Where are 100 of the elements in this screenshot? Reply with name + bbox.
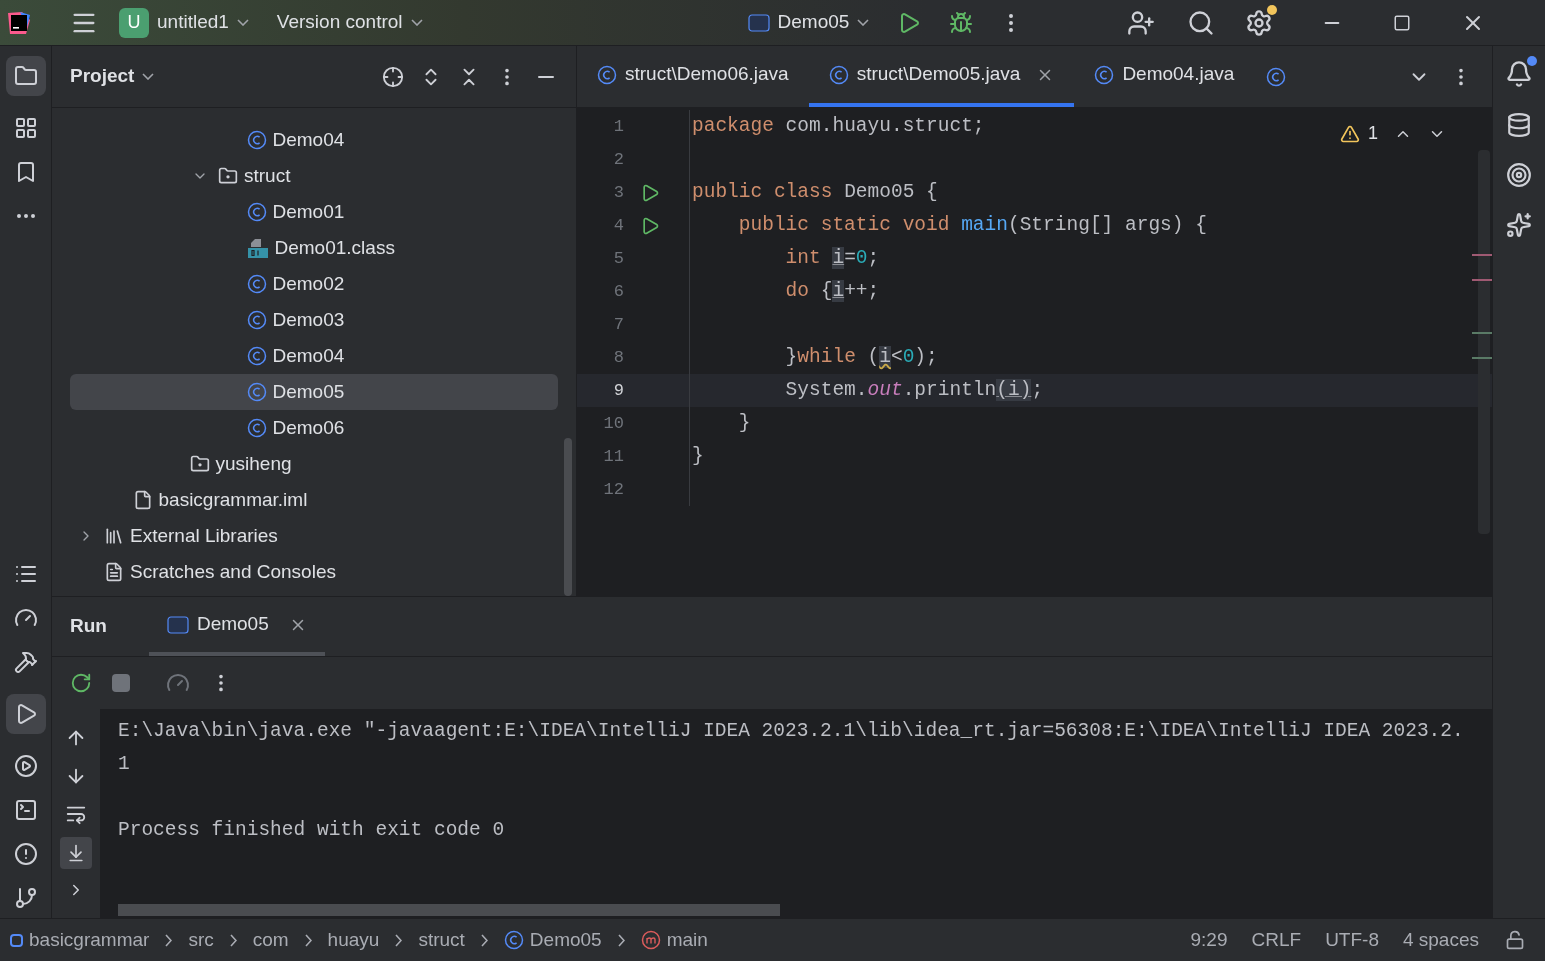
console-line: 1 xyxy=(118,752,131,777)
search-icon[interactable] xyxy=(1187,8,1216,37)
line-number: 3 xyxy=(612,181,624,204)
dropdown-chevron-icon xyxy=(142,73,155,80)
library-icon xyxy=(104,526,124,546)
run-tool-icon[interactable] xyxy=(5,694,46,734)
editor-tab[interactable]: struct\Demo05.java xyxy=(808,46,1075,107)
project-tool-icon[interactable] xyxy=(5,56,46,96)
code-line: public class Demo05 { xyxy=(692,179,938,205)
status-item[interactable]: 4 spaces xyxy=(1402,925,1479,955)
build-icon[interactable] xyxy=(13,650,38,674)
tree-item[interactable]: struct xyxy=(70,158,558,194)
status-item[interactable]: 9:29 xyxy=(1190,925,1228,955)
editor-scrollbar[interactable] xyxy=(1478,150,1490,534)
breadcrumb-item[interactable]: com xyxy=(252,925,289,955)
services-icon[interactable] xyxy=(13,754,38,778)
breadcrumb-item[interactable]: main xyxy=(640,925,708,955)
project-switcher[interactable]: U untitled1 xyxy=(115,4,253,41)
class-icon xyxy=(597,64,617,85)
breadcrumb-separator-icon xyxy=(304,933,312,947)
line-number: 8 xyxy=(612,346,624,369)
tree-item[interactable]: Demo04 xyxy=(70,338,558,374)
class-icon xyxy=(1266,66,1287,87)
app-logo-icon[interactable] xyxy=(6,9,32,36)
target-icon[interactable] xyxy=(1506,162,1532,188)
debug-icon[interactable] xyxy=(949,10,974,35)
breadcrumb-separator-icon xyxy=(480,933,488,947)
tree-item[interactable]: Scratches and Consoles xyxy=(70,554,558,590)
class-icon xyxy=(246,382,267,402)
maximize-icon[interactable] xyxy=(1393,13,1412,32)
class-icon xyxy=(246,130,267,150)
line-number: 9 xyxy=(612,379,624,402)
tree-item[interactable]: Demo01.class xyxy=(70,230,558,266)
project-avatar: U xyxy=(119,7,149,38)
binary-file-icon xyxy=(246,237,269,259)
locate-icon[interactable] xyxy=(382,65,404,88)
class-icon xyxy=(246,274,267,294)
run-gutter-icon[interactable] xyxy=(640,215,660,236)
breadcrumb-separator-icon xyxy=(395,933,403,947)
tree-item[interactable]: Demo03 xyxy=(70,302,558,338)
terminal-icon[interactable] xyxy=(13,798,38,822)
code-line: package com.huayu.struct; xyxy=(692,113,985,139)
breadcrumb-item[interactable]: huayu xyxy=(327,925,380,955)
vcs-menu[interactable]: Version control xyxy=(272,4,427,41)
run-tab[interactable]: Demo05 xyxy=(148,597,325,656)
application-window-icon xyxy=(166,615,189,634)
line-number: 5 xyxy=(612,247,624,270)
application-window-icon xyxy=(747,13,770,32)
rerun-icon[interactable] xyxy=(70,672,92,694)
code-line: }while (i<0); xyxy=(784,344,938,370)
tree-item[interactable]: Demo04 xyxy=(70,122,558,158)
tree-item[interactable]: Demo01 xyxy=(70,194,558,230)
run-config-selector[interactable]: Demo05 xyxy=(743,4,874,41)
tree-item[interactable]: Demo02 xyxy=(70,266,558,302)
breadcrumb-separator-icon xyxy=(617,933,625,947)
editor-tab[interactable]: Demo04.java xyxy=(1074,46,1255,107)
line-number: 11 xyxy=(602,445,624,468)
editor-tab[interactable]: struct\Demo06.java xyxy=(577,46,809,107)
package-folder-icon xyxy=(189,454,210,474)
line-number: 1 xyxy=(612,115,624,138)
console-line: Process finished with exit code 0 xyxy=(118,818,506,843)
project-view-selector[interactable]: Project xyxy=(70,62,155,91)
scroll-to-end-icon[interactable] xyxy=(60,837,92,869)
dropdown-chevron-icon xyxy=(236,19,249,26)
warning-icon[interactable] xyxy=(1340,123,1360,144)
console-line: E:\Java\bin\java.exe "-javaagent:E:\IDEA\IntelliJ IDEA 2023.2.1\lib\idea_rt.jar=56308:E:\IDEA\IntelliJ IDEA 2023.2. xyxy=(118,719,1465,744)
problems-icon[interactable] xyxy=(13,842,38,866)
unlock-icon[interactable] xyxy=(1505,930,1525,950)
scratches-icon xyxy=(104,562,124,582)
warning-count[interactable]: 1 xyxy=(1368,120,1378,147)
sparkle-icon[interactable] xyxy=(1506,212,1532,238)
tree-item[interactable]: Demo06 xyxy=(70,410,558,446)
tree-item[interactable]: Demo05 xyxy=(70,374,558,410)
git-icon[interactable] xyxy=(13,886,38,910)
structure-icon[interactable] xyxy=(13,116,38,140)
class-icon xyxy=(246,310,267,330)
run-panel-title: Run xyxy=(70,614,107,639)
dropdown-chevron-icon xyxy=(857,19,870,26)
horizontal-scrollbar[interactable] xyxy=(118,904,780,916)
breadcrumb-separator-icon xyxy=(229,933,237,947)
code-line: } xyxy=(737,410,751,436)
add-user-icon[interactable] xyxy=(1127,8,1156,37)
scrollbar-thumb[interactable] xyxy=(564,438,572,596)
line-number: 2 xyxy=(612,148,624,171)
breadcrumb-item[interactable]: struct xyxy=(418,925,465,955)
status-item[interactable]: CRLF xyxy=(1251,925,1302,955)
run-gutter-icon[interactable] xyxy=(640,182,660,203)
status-item[interactable]: UTF-8 xyxy=(1325,925,1379,955)
class-icon xyxy=(246,346,267,366)
line-number: 7 xyxy=(612,313,624,336)
tree-item[interactable]: yusiheng xyxy=(70,446,558,482)
class-icon xyxy=(828,64,849,85)
tree-item[interactable]: External Libraries xyxy=(70,518,558,554)
database-icon[interactable] xyxy=(1506,112,1532,138)
settings-icon[interactable] xyxy=(1245,8,1274,37)
breadcrumb-item[interactable]: Demo05 xyxy=(503,925,602,955)
breadcrumb-item[interactable]: basicgrammar xyxy=(10,925,150,955)
breadcrumb-item[interactable]: src xyxy=(188,925,214,955)
class-icon xyxy=(1094,64,1115,85)
tree-item[interactable]: basicgrammar.iml xyxy=(70,482,558,518)
